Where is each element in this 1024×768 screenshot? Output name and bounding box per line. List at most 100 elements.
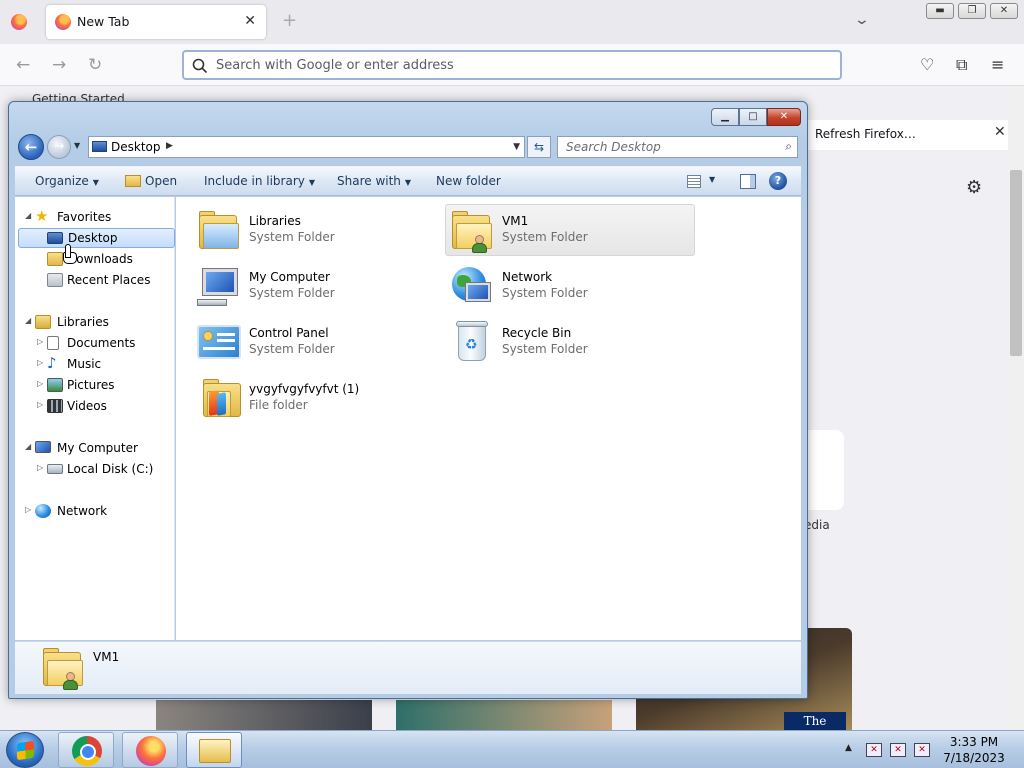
maximize-button[interactable]: □ [739,108,767,126]
item-network[interactable]: Network System Folder [446,261,696,313]
pocket-icon[interactable]: ♡ [920,55,934,74]
item-recycle-bin[interactable]: ♻ Recycle Bin System Folder [446,317,696,369]
computer-icon [195,263,243,311]
show-hidden-icons-arrow-icon[interactable]: ▲ [845,743,852,753]
firefox-icon [136,736,166,766]
list-all-tabs-chevron-icon[interactable]: ⌄ [854,12,870,28]
settings-gear-icon[interactable]: ⚙ [966,177,982,198]
open-label: Open [145,174,178,188]
collapsed-triangle-icon[interactable]: ▷ [25,505,31,514]
refresh-firefox-notification[interactable]: Refresh Firefox… [806,120,1016,150]
preview-pane-icon[interactable] [740,174,756,189]
search-box[interactable]: Search Desktop ⌕ [557,136,798,158]
new-tab-button[interactable]: + [282,10,297,31]
item-my-computer[interactable]: My Computer System Folder [193,261,443,313]
nav-favorites[interactable]: ◢ ★ Favorites [15,207,173,227]
speaker-muted-icon[interactable]: ✕ [914,743,930,757]
nav-desktop-label: Desktop [68,231,118,245]
organize-button[interactable]: Organize ▼ [35,174,99,188]
nav-favorites-label: Favorites [57,210,112,224]
nav-my-computer[interactable]: ◢ My Computer [15,438,173,458]
collapsed-triangle-icon[interactable]: ▷ [37,337,43,346]
collapsed-triangle-icon[interactable]: ▷ [37,400,43,409]
address-dropdown-icon[interactable]: ▼ [513,142,520,152]
item-vm1[interactable]: VM1 System Folder [445,204,695,256]
firefox-tab-favicon-icon [55,14,71,30]
address-bar[interactable]: Desktop ▶ ▼ [88,136,525,158]
nav-network[interactable]: ▷ Network [15,501,173,521]
address-bar-location[interactable]: Desktop [111,140,161,154]
firefox-close-button[interactable]: ✕ [990,3,1018,19]
item-control-panel[interactable]: Control Panel System Folder [193,317,443,369]
firefox-scrollbar[interactable] [1008,86,1024,730]
expanded-triangle-icon[interactable]: ◢ [25,316,31,325]
story-image[interactable] [396,700,612,730]
item-yvgyfvgyfvyfvt-folder[interactable]: yvgyfvgyfvyfvt (1) File folder [193,373,443,425]
expanded-triangle-icon[interactable]: ◢ [25,211,31,220]
breadcrumb-chevron-icon[interactable]: ▶ [166,141,173,151]
nav-network-label: Network [57,504,108,518]
firefox-restore-button[interactable]: ❐ [958,3,986,19]
nav-recent-places-label: Recent Places [67,273,151,287]
scrollbar-thumb[interactable] [1010,170,1022,356]
taskbar-chrome[interactable] [58,732,114,768]
story-image[interactable] [156,700,372,730]
nav-music-label: Music [67,357,102,371]
explorer-window: ▁ □ ✕ ← → ▼ Desktop ▶ ▼ ⇆ Search Desktop… [8,101,808,699]
nav-local-disk[interactable]: ▷ Local Disk (C:) [15,459,173,479]
search-icon[interactable]: ⌕ [785,139,792,154]
recent-pages-dropdown-icon[interactable]: ▼ [74,141,80,150]
chrome-icon [72,736,102,766]
item-name: Recycle Bin [502,326,572,340]
nav-videos[interactable]: ▷ Videos [15,396,173,416]
share-with-label: Share with [337,174,401,188]
open-button[interactable]: Open [125,174,177,188]
reload-icon[interactable]: ↻ [88,55,102,75]
nav-music[interactable]: ▷ ♪ Music [15,354,173,374]
tab-close-icon[interactable]: ✕ [244,13,256,29]
folder-open-icon [125,175,141,187]
forward-button[interactable]: → [47,135,71,159]
menu-hamburger-icon[interactable]: ≡ [991,55,1004,74]
nav-documents[interactable]: ▷ Documents [15,333,173,353]
nav-libraries[interactable]: ◢ Libraries [15,312,173,332]
notification-close-icon[interactable]: ✕ [994,124,1006,140]
minimize-button[interactable]: ▁ [711,108,739,126]
collapsed-triangle-icon[interactable]: ▷ [37,463,43,472]
start-button[interactable] [6,732,44,768]
guardian-logo: The Guardian [784,712,846,746]
nav-downloads[interactable]: Downloads [15,249,173,269]
back-button[interactable]: ← [18,134,44,160]
nav-desktop[interactable]: Desktop [18,228,175,248]
explorer-navigation-bar: ← → ▼ Desktop ▶ ▼ ⇆ Search Desktop ⌕ [9,130,807,164]
hard-drive-icon [47,464,63,474]
nav-recent-places[interactable]: Recent Places [15,270,173,290]
folder-icon [199,739,231,763]
item-name: Control Panel [249,326,329,340]
include-in-library-button[interactable]: Include in library ▼ [204,174,315,188]
nav-pictures[interactable]: ▷ Pictures [15,375,173,395]
taskbar-firefox[interactable] [122,732,178,768]
back-arrow-icon[interactable]: ← [16,55,30,75]
system-clock[interactable]: 3:33 PM 7/18/2023 [938,734,1010,766]
item-name: Libraries [249,214,301,228]
action-center-flag-icon[interactable]: ✕ [866,743,882,757]
extensions-icon[interactable]: ⧉ [956,55,967,75]
view-dropdown-icon[interactable]: ▼ [709,175,715,184]
collapsed-triangle-icon[interactable]: ▷ [37,379,43,388]
refresh-button[interactable]: ⇆ [527,136,551,158]
expanded-triangle-icon[interactable]: ◢ [25,442,31,451]
firefox-minimize-button[interactable]: ▬ [926,3,954,19]
new-folder-button[interactable]: New folder [436,174,501,188]
network-status-icon[interactable]: ✕ [890,743,906,757]
item-libraries[interactable]: Libraries System Folder [193,205,443,257]
help-icon[interactable]: ? [769,172,787,190]
forward-arrow-icon[interactable]: → [52,55,66,75]
close-button[interactable]: ✕ [767,108,801,126]
share-with-button[interactable]: Share with ▼ [337,174,411,188]
url-bar[interactable]: Search with Google or enter address [182,50,842,80]
firefox-tab[interactable]: New Tab ✕ [46,5,266,39]
change-view-icon[interactable] [687,175,701,188]
taskbar-explorer[interactable] [186,732,242,768]
collapsed-triangle-icon[interactable]: ▷ [37,358,43,367]
